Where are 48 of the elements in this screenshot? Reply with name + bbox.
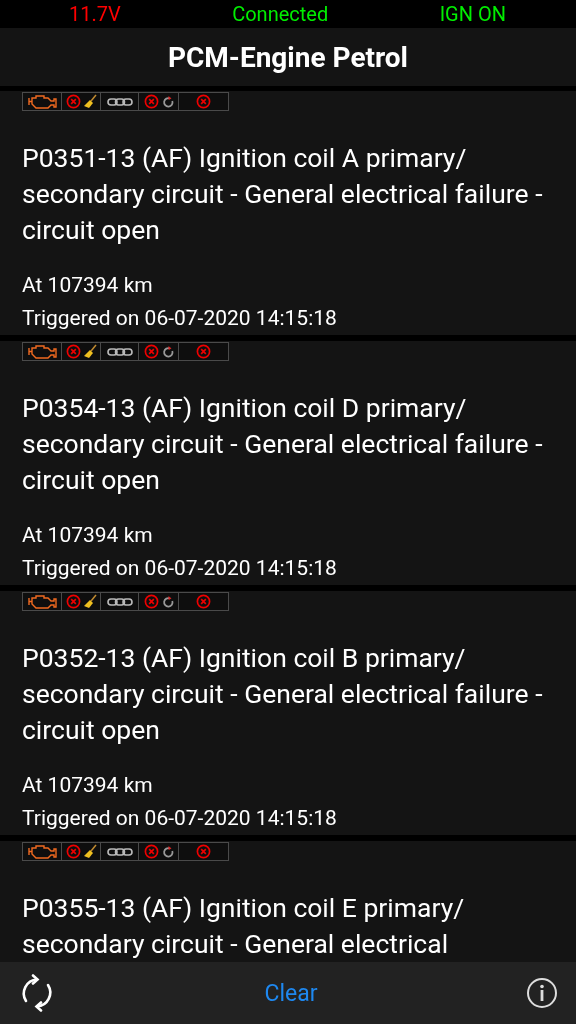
error-icon — [196, 94, 211, 109]
screen-title: PCM-Engine Petrol — [167, 40, 409, 74]
voltage-reading: 11.7V — [69, 2, 121, 26]
error-icon — [65, 94, 81, 109]
clear-button[interactable]: Clear — [256, 975, 326, 1011]
info-icon[interactable] — [526, 977, 558, 1009]
error-icon — [196, 844, 211, 859]
fault-mileage: At 107394 km — [22, 522, 154, 549]
fault-card[interactable]: P0355-13 (AF) Ignition coil E primary/ secondary circuit - General electrical — [0, 841, 576, 962]
refresh-icon — [161, 595, 174, 608]
error-icon — [65, 344, 81, 359]
engine-icon — [27, 94, 57, 109]
chain-icon — [106, 96, 133, 107]
error-icon — [143, 344, 159, 359]
fault-card[interactable]: P0352-13 (AF) Ignition coil B primary/ secondary circuit - General electrical failure - circuit open At 107394 km Triggered on 06-07-2020 14:15:18 — [0, 591, 576, 835]
error-icon — [143, 594, 159, 609]
broom-icon — [83, 594, 97, 609]
fault-mileage: At 107394 km — [22, 272, 154, 299]
fault-mileage: At 107394 km — [22, 772, 154, 799]
error-icon — [196, 594, 211, 609]
fault-timestamp: Triggered on 06-07-2020 14:15:18 — [22, 305, 338, 332]
fault-card[interactable]: P0354-13 (AF) Ignition coil D primary/ secondary circuit - General electrical failure - circuit open At 107394 km Triggered on 06-07-2020 14:15:18 — [0, 341, 576, 585]
refresh-icon — [161, 345, 174, 358]
error-icon — [196, 344, 211, 359]
ignition-status: IGN ON — [439, 2, 506, 26]
fault-title: P0354-13 (AF) Ignition coil D primary/ secondary circuit - General electrical failure - circuit open — [22, 391, 544, 497]
refresh-icon — [161, 95, 174, 108]
fault-title: P0352-13 (AF) Ignition coil B primary/ secondary circuit - General electrical failure - circuit open — [22, 641, 544, 747]
broom-icon — [83, 344, 97, 359]
fault-title: P0355-13 (AF) Ignition coil E primary/ secondary circuit - General electrical — [22, 891, 466, 961]
chain-icon — [106, 596, 133, 607]
fault-title: P0351-13 (AF) Ignition coil A primary/ secondary circuit - General electrical failure - circuit open — [22, 141, 544, 247]
broom-icon — [83, 94, 97, 109]
fault-timestamp: Triggered on 06-07-2020 14:15:18 — [22, 805, 338, 832]
engine-icon — [27, 844, 57, 859]
refresh-icon — [161, 845, 174, 858]
engine-icon — [27, 594, 57, 609]
fault-timestamp: Triggered on 06-07-2020 14:15:18 — [22, 555, 338, 582]
broom-icon — [83, 844, 97, 859]
fault-card[interactable]: P0351-13 (AF) Ignition coil A primary/ secondary circuit - General electrical failure - circuit open At 107394 km Triggered on 06-07-2020 14:15:18 — [0, 91, 576, 335]
error-icon — [143, 844, 159, 859]
error-icon — [65, 844, 81, 859]
chain-icon — [106, 846, 133, 857]
connection-status: Connected — [232, 2, 329, 26]
chain-icon — [106, 346, 133, 357]
error-icon — [143, 94, 159, 109]
error-icon — [65, 594, 81, 609]
engine-icon — [27, 344, 57, 359]
